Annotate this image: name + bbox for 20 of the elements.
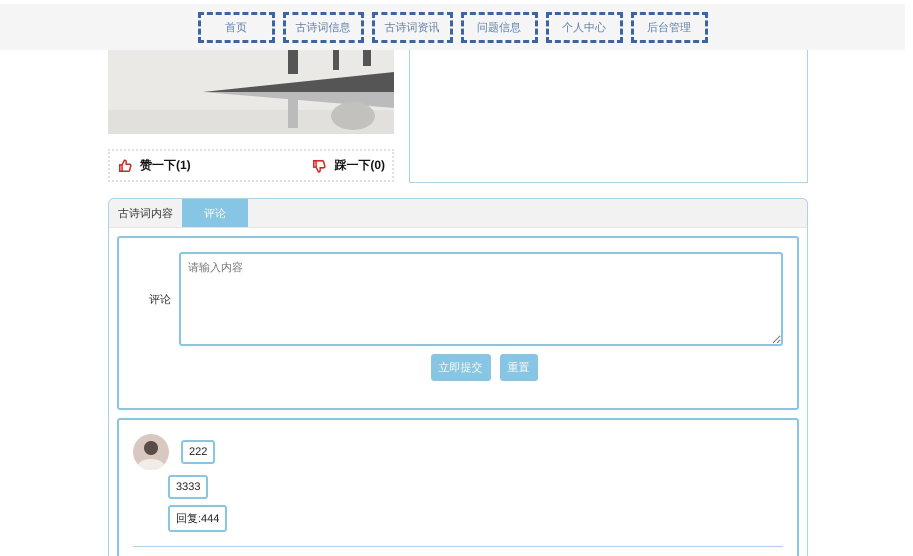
- dislike-link[interactable]: 踩一下(0): [312, 157, 385, 174]
- nav-link[interactable]: 问题信息: [460, 12, 538, 42]
- thumbs-up-icon: [118, 158, 132, 172]
- nav-link[interactable]: 个人中心: [546, 12, 622, 42]
- comment-text: 回复:444: [168, 505, 228, 532]
- thumbs-down-icon: [312, 158, 326, 172]
- nav-link[interactable]: 古诗词资讯: [372, 12, 452, 42]
- tab[interactable]: 古诗词内容: [109, 199, 182, 227]
- comment-input[interactable]: 请输入内容: [179, 252, 783, 346]
- nav-link[interactable]: 首页: [198, 12, 274, 42]
- comment-text: 222: [181, 440, 216, 464]
- reset-button[interactable]: 重置: [500, 354, 538, 381]
- tab[interactable]: 评论: [182, 199, 248, 227]
- avatar: [133, 434, 169, 470]
- comment-text: 3333: [168, 475, 208, 499]
- submit-button[interactable]: 立即提交: [430, 354, 490, 381]
- nav-link[interactable]: 古诗词信息: [282, 12, 364, 42]
- nav-link[interactable]: 后台管理: [630, 12, 708, 42]
- field-label: 评论: [148, 292, 172, 306]
- like-link[interactable]: 赞一下(1): [118, 157, 191, 174]
